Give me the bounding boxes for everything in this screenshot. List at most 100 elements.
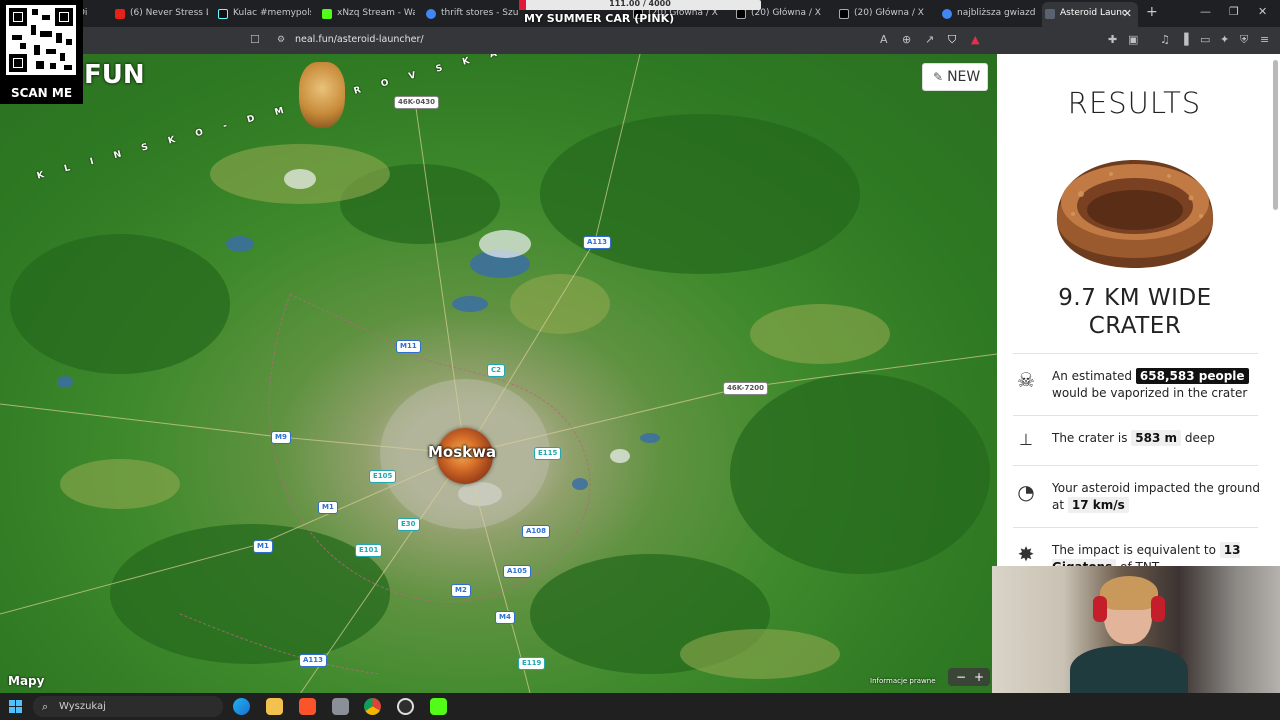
bookmark-icon[interactable]: ☐ [250,33,260,46]
results-title: RESULTS [1067,86,1202,120]
city-label: Moskwa [428,443,497,461]
menu-icon[interactable]: ≡ [1260,33,1269,46]
tab-9[interactable]: najbliższa gwiazda o [939,4,1035,23]
road-badge: C2 [487,364,506,377]
road-badge: E101 [355,544,383,557]
share-icon[interactable]: ↗ [925,33,934,46]
qr-code-image [6,5,76,75]
impact-speed: 17 km/s [1067,497,1129,513]
stat-speed: ◔ Your asteroid impacted the ground at 1… [1013,465,1260,527]
tab-3[interactable]: Kulac #memypolsk [215,4,311,23]
road-badge: M2 [451,584,471,597]
road-badge: E115 [534,447,562,460]
taskbar-search[interactable]: ⌕ Wyszukaj [33,696,223,717]
tab-4[interactable]: xNzq Stream - Watc [319,4,415,23]
translate-icon[interactable]: A [880,33,888,46]
crater-illustration [1056,160,1214,268]
music-icon[interactable]: ♫ [1160,33,1170,46]
file-explorer-icon[interactable] [266,698,283,715]
kick-icon [322,9,332,19]
brave-icon[interactable] [299,698,316,715]
webcam-overlay [992,566,1280,693]
leo-ai-icon[interactable]: ✦ [1220,33,1229,46]
google-icon [942,9,952,19]
edge-icon[interactable] [233,698,250,715]
extensions-icon[interactable]: ✚ [1108,33,1117,46]
road-badge: E30 [397,518,420,531]
stream-goal-overlay: 111.00 / 4000 MY SUMMER CAR (PINK) [519,0,761,27]
obs-icon[interactable] [397,698,414,715]
app-icon[interactable] [332,698,349,715]
tab-8[interactable]: (20) Główna / X [836,4,932,23]
asteroid-favicon-icon [1045,9,1055,19]
road-badge: E105 [369,470,397,483]
crater-size: 9.7 KM WIDE CRATER [1058,285,1212,339]
minimize-icon[interactable]: — [1200,5,1211,18]
apple-maps-logo: Mapy [8,674,45,688]
person-shirt [1070,646,1188,693]
depth-icon: ⊥ [1019,430,1033,449]
wallet-icon[interactable]: ▣ [1128,33,1138,46]
close-window-icon[interactable]: ✕ [1258,5,1267,18]
goal-progress-text: 111.00 / 4000 [609,0,671,8]
rocket-icon: ✎ [933,70,944,84]
tab-5[interactable]: thrift stores - Szuka [423,4,519,23]
vaporized-count: 658,583 people [1135,368,1249,384]
road-badge: E119 [518,657,546,670]
road-badge: M4 [495,611,515,624]
wallet-icon[interactable]: ▭ [1200,33,1210,46]
satellite-map[interactable]: K L I N S K O - D M I T R O V S K A Y A … [0,54,997,693]
road-badge: A113 [583,236,612,249]
fun-overlay-text: FUN [84,60,145,90]
road-badge: 46K-0430 [394,96,439,109]
zoom-in-button[interactable]: + [974,668,984,686]
hamster-sticker [299,62,345,128]
scrollbar[interactable] [1273,60,1278,210]
road-badge: M9 [271,431,291,444]
windows-start-icon[interactable] [9,700,22,713]
person-hair [1100,576,1158,610]
brave-shield-icon[interactable]: ⛉ [948,33,956,47]
google-icon [426,9,436,19]
road-badge: M1 [253,540,273,553]
chrome-icon[interactable] [364,698,381,715]
tab-2[interactable]: (6) Never Stress Lov [112,4,208,23]
zoom-out-button[interactable]: − [956,668,966,686]
x-icon [839,9,849,19]
close-icon[interactable]: ✕ [1123,2,1132,25]
site-info-icon[interactable]: ⚙ [277,35,285,45]
vpn-icon[interactable]: ⛨ [1240,33,1248,47]
skull-icon: ☠ [1017,368,1035,392]
road-badge: A105 [503,565,532,578]
road-badge: A113 [299,654,328,667]
tab-asteroid-launcher[interactable]: Asteroid Launc ✕ [1042,2,1138,27]
tiktok-icon [218,9,228,19]
road-badge: M1 [318,501,338,514]
sidebar-icon[interactable]: ▐ [1180,33,1188,46]
new-tab-button[interactable]: + [1146,4,1158,20]
new-launch-button[interactable]: ✎ NEW [922,63,988,91]
explosion-icon: ✸ [1017,542,1035,566]
road-badge: M11 [396,340,421,353]
zoom-control: − + [948,668,990,686]
stat-depth: ⊥ The crater is 583 m deep [1013,415,1258,465]
headphone-left [1093,596,1107,622]
headphone-right [1151,596,1165,622]
stat-vaporized: ☠ An estimated 658,583 people would be v… [1013,353,1258,415]
url-field[interactable]: neal.fun/asteroid-launcher/ [295,34,424,45]
road-badge: A108 [522,525,551,538]
search-icon: ⌕ [42,700,49,713]
maximize-icon[interactable]: ❐ [1229,5,1239,18]
crater-depth: 583 m [1131,430,1182,446]
scan-me-label: SCAN ME [10,86,73,100]
qr-code-overlay: SCAN ME [0,0,83,104]
brave-rewards-icon[interactable]: ▲ [971,33,979,46]
kick-app-icon[interactable] [430,698,447,715]
youtube-icon [115,9,125,19]
road-badge: 46K-7200 [723,382,768,395]
game-title: MY SUMMER CAR (PINK) [524,12,675,25]
legal-link[interactable]: Informacje prawne [870,677,936,685]
windows-taskbar: ⌕ Wyszukaj [0,693,1280,720]
address-bar: ☐ ⚙ neal.fun/asteroid-launcher/ A ⊕ ↗ ⛉ … [0,27,1280,54]
zoom-icon[interactable]: ⊕ [902,33,911,46]
